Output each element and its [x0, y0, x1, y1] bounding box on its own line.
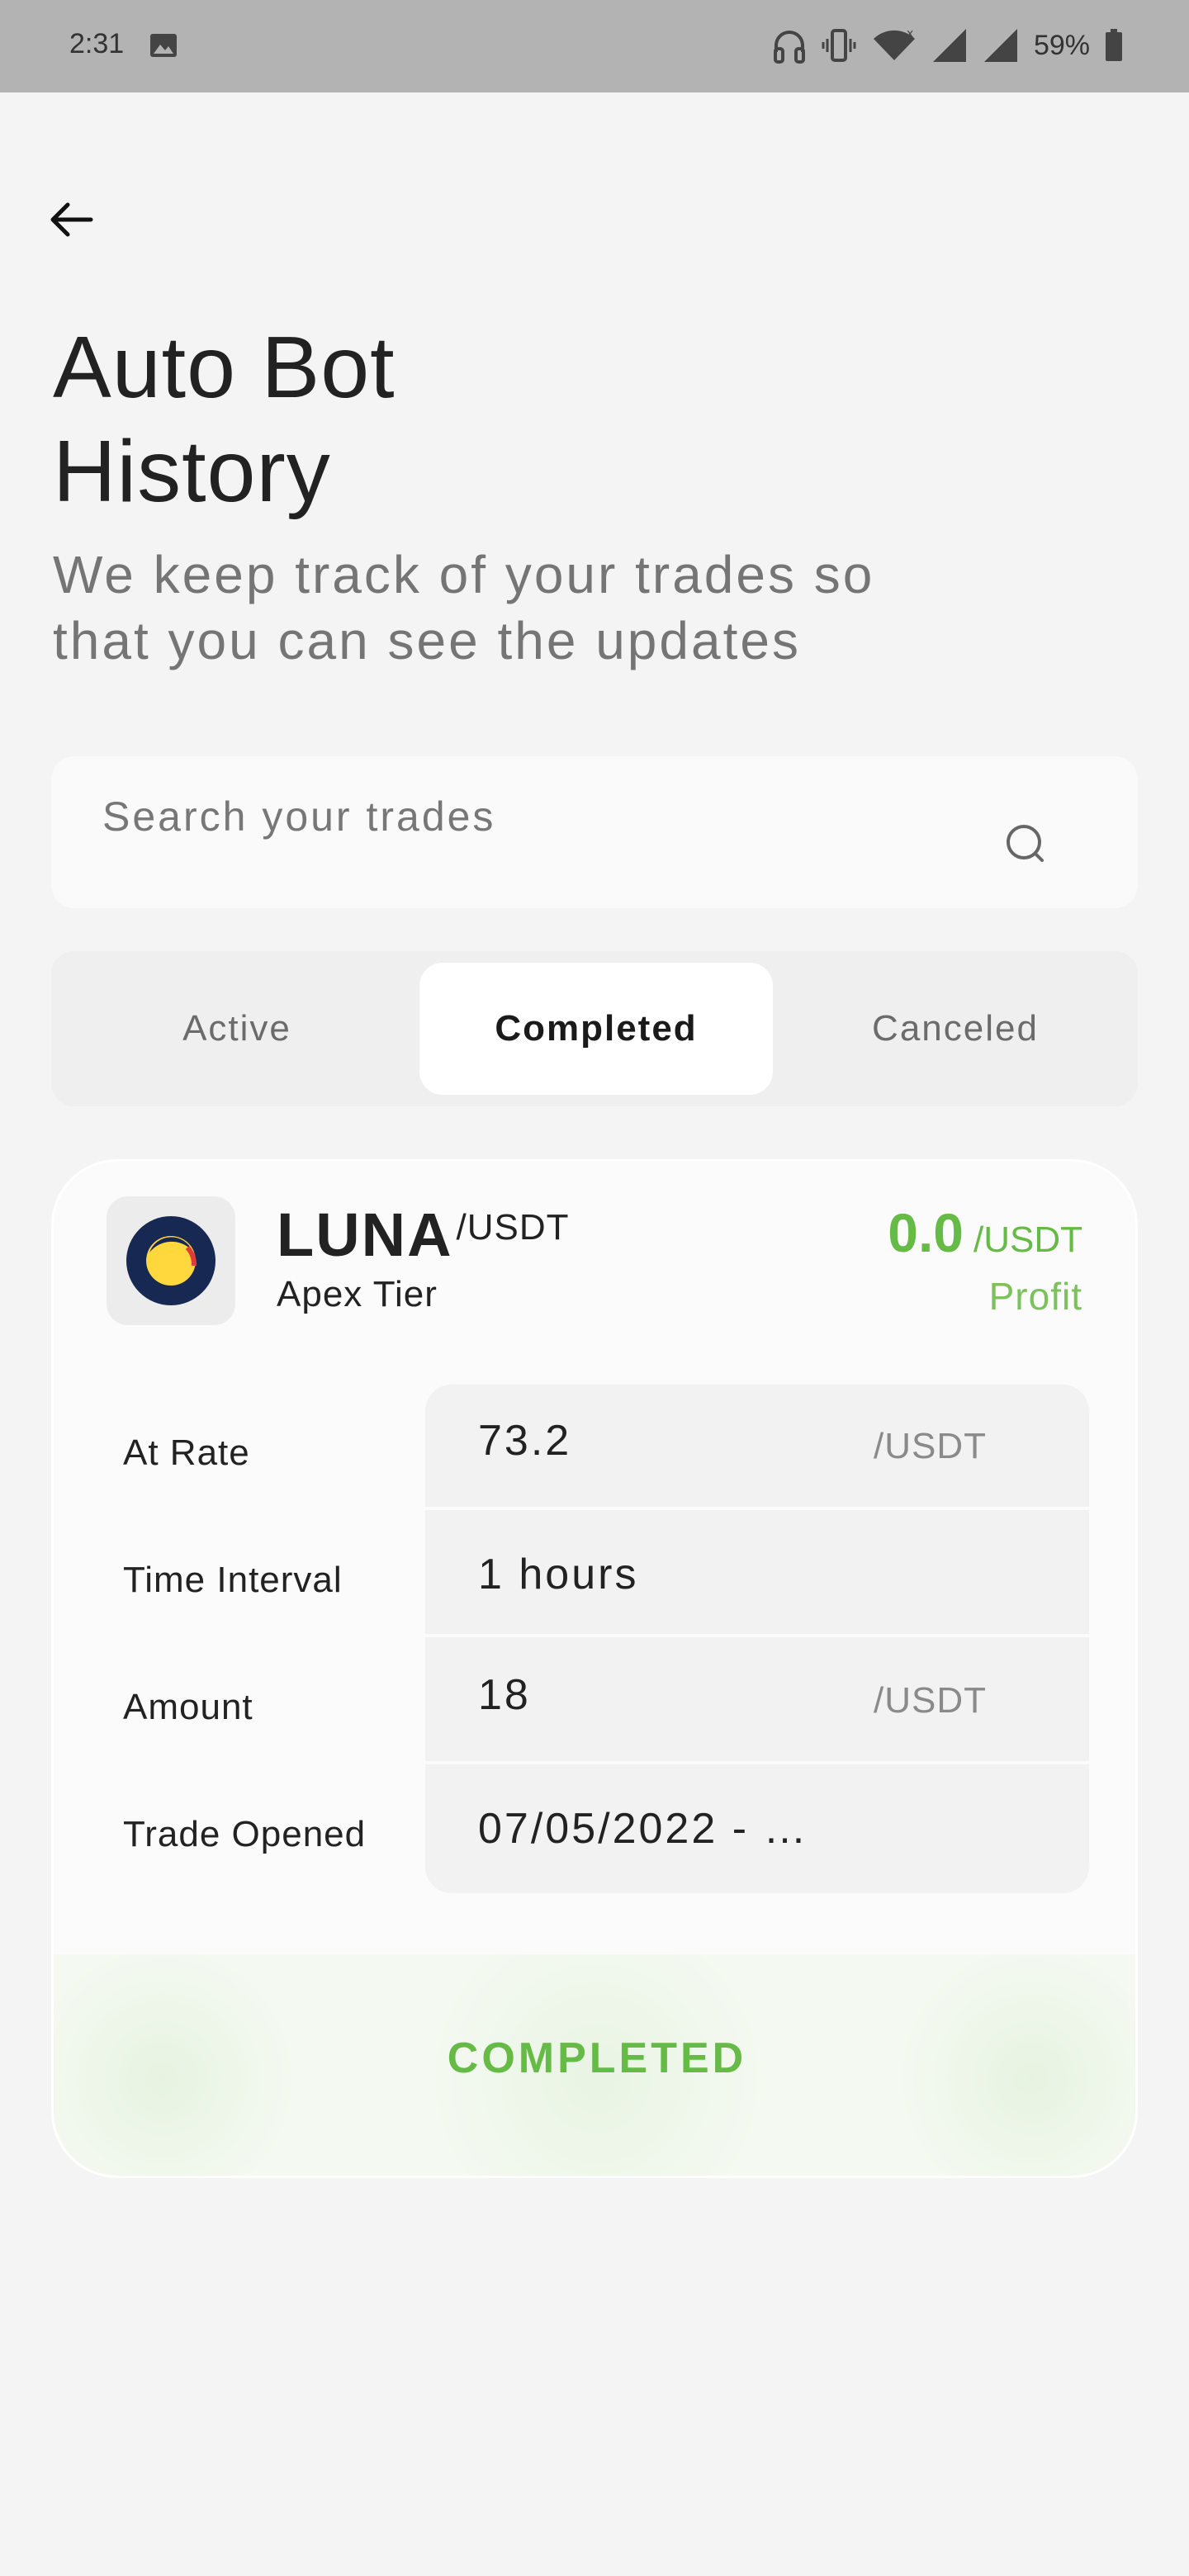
row-label-at-rate: At Rate [123, 1432, 250, 1473]
tier-label: Apex Tier [277, 1274, 438, 1314]
profit-label: Profit [988, 1275, 1082, 1318]
luna-coin-icon [126, 1216, 216, 1305]
profit-value: 0.0/USDT [888, 1201, 1082, 1264]
status-tabs: Active Completed Canceled [51, 951, 1138, 1106]
value-row-time-interval: 1 hours [425, 1512, 1089, 1637]
tab-active[interactable]: Active [59, 963, 414, 1095]
subtitle-line-1: We keep track of your trades so [53, 545, 875, 604]
coin-symbol: LUNA [277, 1200, 453, 1269]
quote-currency: /USDT [456, 1207, 570, 1248]
time-interval-value: 1 hours [478, 1551, 639, 1598]
back-arrow-icon[interactable] [46, 195, 96, 244]
status-icons: x 59% [773, 25, 1123, 66]
tab-completed[interactable]: Completed [419, 963, 773, 1095]
vibrate-icon [822, 29, 856, 62]
value-row-trade-opened: 07/05/2022 - … [425, 1766, 1089, 1892]
title-line-2: History [53, 423, 331, 520]
status-time: 2:31 [69, 28, 125, 59]
value-row-at-rate: 73.2 /USDT [425, 1385, 1089, 1510]
status-bar: 2:31 x 59% [0, 0, 1189, 92]
wifi-icon: x [873, 27, 915, 60]
image-notification-icon [150, 34, 177, 57]
title-line-1: Auto Bot [53, 319, 396, 416]
svg-text:x: x [907, 27, 913, 40]
subtitle-line-2: that you can see the updates [53, 611, 801, 670]
amount-value: 18 [478, 1671, 531, 1719]
coin-avatar [107, 1196, 235, 1325]
at-rate-unit: /USDT [874, 1426, 987, 1466]
search-placeholder: Search your trades [102, 793, 496, 840]
signal-icon [932, 29, 966, 62]
status-banner: COMPLETED [54, 1954, 1135, 2176]
trade-opened-value: 07/05/2022 - … [478, 1805, 809, 1853]
signal-2-icon [983, 29, 1017, 62]
battery-icon [1106, 29, 1122, 61]
row-label-time-interval: Time Interval [123, 1560, 343, 1600]
search-icon[interactable] [1002, 821, 1049, 867]
headphones-icon [773, 31, 805, 64]
battery-percent: 59% [1033, 29, 1090, 61]
value-row-amount: 18 /USDT [425, 1639, 1089, 1764]
amount-unit: /USDT [874, 1680, 987, 1721]
profit-unit: /USDT [973, 1219, 1082, 1260]
search-input[interactable]: Search your trades [51, 756, 1138, 908]
trade-pair: LUNA/USDT [277, 1200, 570, 1270]
row-label-trade-opened: Trade Opened [123, 1814, 367, 1854]
tab-canceled[interactable]: Canceled [778, 963, 1133, 1095]
page-title: Auto Bot History [53, 315, 396, 523]
profit-number: 0.0 [888, 1202, 964, 1263]
trade-values: 73.2 /USDT 1 hours 18 /USDT 07/05/2022 -… [425, 1385, 1089, 1893]
page-subtitle: We keep track of your trades so that you… [53, 542, 1044, 674]
at-rate-value: 73.2 [478, 1417, 572, 1465]
row-label-amount: Amount [123, 1687, 253, 1727]
status-completed-label: COMPLETED [447, 2034, 747, 2082]
trade-card[interactable]: LUNA/USDT Apex Tier 0.0/USDT Profit At R… [51, 1159, 1138, 2178]
